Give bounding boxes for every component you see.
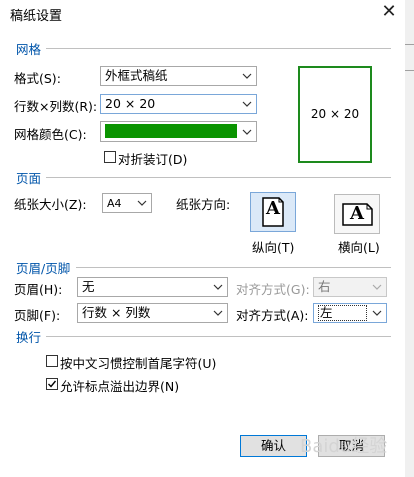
paper-size-label: 纸张大小(Z): [14,197,87,212]
fold-binding-checkbox[interactable] [104,151,116,163]
background-window-divider [405,44,414,45]
chinese-rules-checkbox[interactable] [46,355,58,367]
rows-cols-label: 行数×列数(R): [14,99,98,114]
portrait-label: 纵向(T) [252,240,295,255]
section-header-footer-title: 页眉/页脚 [16,261,71,276]
format-select-value: 外框式稿纸 [105,68,168,83]
watermark: Baidu经验 [300,436,388,457]
portrait-glyph: A [266,198,280,219]
footer-select[interactable]: 行数 × 列数 [77,303,228,323]
header-align-label: 对齐方式(G): [236,282,310,297]
footer-align-select[interactable]: 左 [313,303,387,323]
grid-color-swatch [105,124,237,138]
landscape-button[interactable]: A [334,194,380,234]
section-grid-divider [46,48,391,49]
header-select-value: 无 [82,279,95,294]
checkmark-icon [48,380,57,388]
grid-preview-text: 20 × 20 [310,107,360,121]
dialog-title: 稿纸设置 [10,9,63,24]
rows-cols-input-value: 20 × 20 [105,96,156,111]
header-select[interactable]: 无 [77,277,228,297]
page-setup-dialog: 稿纸设置 ✕ 网格 格式(S): 外框式稿纸 行数×列数(R): 20 × 20… [0,0,406,477]
punctuation-overflow-label: 允许标点溢出边界(N) [60,379,180,394]
paper-size-select[interactable]: A4 [102,193,152,213]
landscape-label: 横向(L) [338,240,380,255]
section-wrap-title: 换行 [16,330,42,345]
header-label: 页眉(H): [14,282,63,297]
grid-color-label: 网格颜色(C): [14,127,87,142]
ok-button[interactable]: 确认 [240,435,307,457]
portrait-button[interactable]: A [250,192,296,232]
format-select[interactable]: 外框式稿纸 [100,66,257,86]
rows-cols-input[interactable]: 20 × 20 [100,94,257,114]
section-page-title: 页面 [16,171,42,186]
footer-select-value: 行数 × 列数 [82,305,151,320]
close-icon[interactable]: ✕ [376,0,402,24]
header-align-value: 右 [318,279,331,294]
paper-orientation-label: 纸张方向: [176,197,231,212]
punctuation-overflow-checkbox[interactable] [46,378,58,390]
section-grid-title: 网格 [16,42,42,57]
paper-size-value: A4 [107,197,122,210]
footer-label: 页脚(F): [14,308,61,323]
footer-align-value: 左 [318,305,367,321]
landscape-glyph: A [350,203,364,224]
grid-preview: 20 × 20 [298,66,372,163]
background-window [405,0,414,477]
section-wrap-divider [46,336,391,337]
fold-binding-label: 对折装订(D) [118,152,188,167]
background-window-divider [405,70,414,71]
format-label: 格式(S): [14,71,61,86]
section-header-footer-divider [76,267,391,268]
footer-align-label: 对齐方式(A): [236,308,309,323]
section-page-divider [46,177,391,178]
chinese-rules-label: 按中文习惯控制首尾字符(U) [60,356,217,371]
header-align-select[interactable]: 右 [313,277,387,297]
